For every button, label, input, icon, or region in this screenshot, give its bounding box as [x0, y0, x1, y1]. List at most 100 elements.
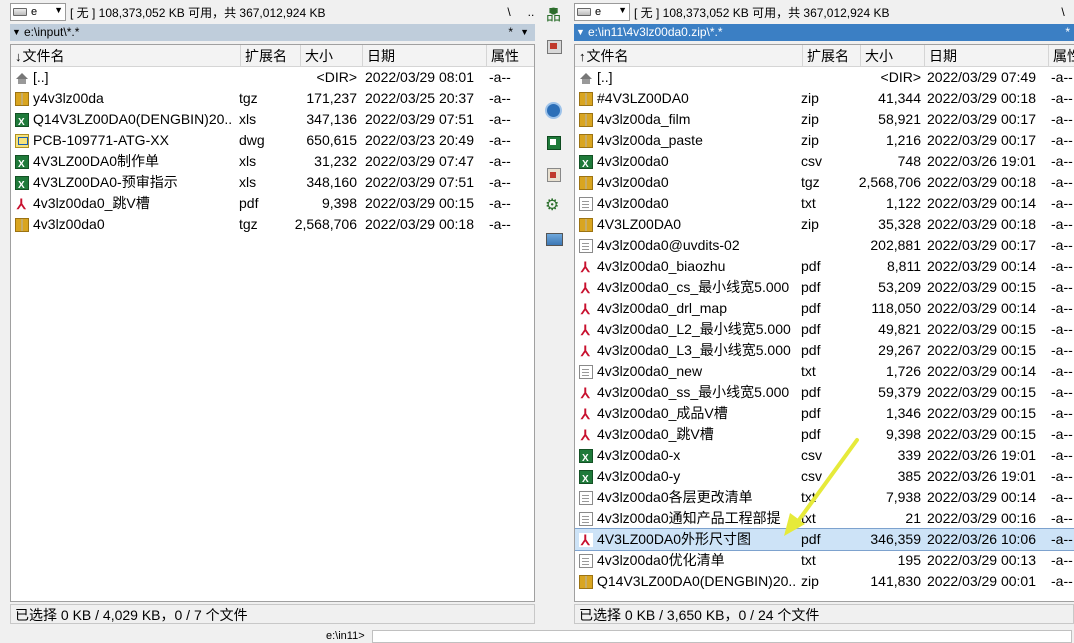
file-row[interactable]: 4V3LZ00DA0外形尺寸图 pdf 346,359 2022/03/26 10:0…: [575, 528, 1074, 551]
network-icon[interactable]: [545, 4, 562, 25]
drive-icon: [577, 8, 591, 16]
right-history-button[interactable]: *: [1065, 24, 1070, 41]
command-input[interactable]: [372, 630, 1072, 643]
file-name-cell: 4v3lz00da0_跳V槽: [15, 193, 237, 214]
archive-file-icon: [579, 133, 593, 148]
command-line: e:\in11>: [0, 630, 1074, 643]
file-size: 7,938: [885, 489, 921, 505]
file-size: 1,346: [885, 405, 921, 421]
file-date: 2022/03/29 00:13: [927, 552, 1036, 568]
file-row[interactable]: 4v3lz00da0_跳V槽 pdf 9,398 2022/03/29 00:15 -a…: [11, 193, 534, 214]
file-row[interactable]: 4v3lz00da_paste zip 1,216 2022/03/29 00:17-…: [575, 130, 1074, 151]
left-drive-letter: e: [31, 6, 38, 18]
file-row[interactable]: 4v3lz00da0_L3_最小线宽5.000 pdf 29,267 2022/03/…: [575, 340, 1074, 361]
file-row[interactable]: 4v3lz00da0 tgz 2,568,706 2022/03/29 00:18 -a…: [11, 214, 534, 235]
file-row[interactable]: [..] <DIR> 2022/03/29 08:01 -a--: [11, 67, 534, 88]
sort-down-icon: ↓: [15, 49, 22, 64]
right-col-date[interactable]: 日期: [925, 45, 1049, 67]
file-row[interactable]: 4v3lz00da0-y csv 385 2022/03/26 19:01 -a--: [575, 466, 1074, 487]
file-name-cell: [..]: [579, 67, 799, 88]
vertical-toolbar: [537, 0, 570, 630]
picture-icon[interactable]: [545, 230, 563, 247]
left-col-size[interactable]: 大小: [301, 45, 363, 67]
file-size: 58,921: [878, 111, 921, 127]
file-name-cell: 4v3lz00da0优化清单: [579, 550, 799, 571]
file-name-cell: 4v3lz00da_paste: [579, 130, 799, 151]
screenshot-icon[interactable]: [545, 38, 562, 55]
file-name-cell: 4V3LZ00DA0: [579, 214, 799, 235]
sync-icon[interactable]: [545, 102, 562, 119]
right-file-list[interactable]: ↑文件名 扩展名 大小 日期 属性 [..] <DIR> 2022/03/29 07…: [574, 44, 1074, 602]
file-row[interactable]: 4v3lz00da0 txt 1,122 2022/03/29 00:14 -a--: [575, 193, 1074, 214]
right-col-attr[interactable]: 属性: [1049, 45, 1074, 67]
file-date: 2022/03/26 19:01: [927, 447, 1036, 463]
file-row[interactable]: 4v3lz00da0通知产品工程部提 txt 21 2022/03/29 00:16-…: [575, 508, 1074, 529]
file-row[interactable]: 4v3lz00da0_new txt 1,726 2022/03/29 00:14 -a…: [575, 361, 1074, 382]
file-name-cell: 4v3lz00da0_biaozhu: [579, 256, 799, 277]
file-size: 385: [897, 468, 921, 484]
file-size: 1,216: [885, 132, 921, 148]
file-row[interactable]: 4v3lz00da0@uvdits-02 202,881 2022/03/29 00…: [575, 235, 1074, 256]
left-list-header: ↓文件名 扩展名 大小 日期 属性: [11, 45, 534, 67]
image-tool-icon[interactable]: [545, 166, 562, 183]
left-col-attr[interactable]: 属性: [487, 45, 534, 67]
right-root-button[interactable]: \: [1052, 2, 1074, 22]
file-ext: pdf: [801, 279, 821, 295]
file-row[interactable]: 4V3LZ00DA0-预审指示 xls 348,160 2022/03/29 07:5…: [11, 172, 534, 193]
file-row[interactable]: 4v3lz00da0优化清单 txt 195 2022/03/29 00:13 -a--: [575, 550, 1074, 571]
pdf-file-icon: [579, 278, 593, 298]
file-row[interactable]: 4v3lz00da0_ss_最小线宽5.000 pdf 59,379 2022/03/…: [575, 382, 1074, 403]
file-row[interactable]: 4v3lz00da0_drl_map pdf 118,050 2022/03/29 0…: [575, 298, 1074, 319]
file-size: 21: [905, 510, 921, 526]
file-row[interactable]: 4v3lz00da0 csv 748 2022/03/26 19:01 -a--: [575, 151, 1074, 172]
file-row[interactable]: 4v3lz00da0_成品V槽 pdf 1,346 2022/03/29 00:15-…: [575, 403, 1074, 424]
file-row[interactable]: 4v3lz00da0-x csv 339 2022/03/26 19:01 -a--: [575, 445, 1074, 466]
file-row[interactable]: 4v3lz00da_film zip 58,921 2022/03/29 00:17-…: [575, 109, 1074, 130]
settings-icon[interactable]: [545, 195, 562, 215]
left-col-ext[interactable]: 扩展名: [241, 45, 301, 67]
file-row[interactable]: 4V3LZ00DA0制作单 xls 31,232 2022/03/29 07:47 -a…: [11, 151, 534, 172]
file-row[interactable]: 4v3lz00da0_L2_最小线宽5.000 pdf 49,821 2022/03/…: [575, 319, 1074, 340]
left-drive-selector[interactable]: e ▼: [10, 3, 66, 21]
file-name: 4v3lz00da0_ss_最小线宽5.000: [597, 384, 790, 400]
right-path-bar[interactable]: ▼ e:\in11\4v3lz00da0.zip\*.* *: [574, 24, 1074, 41]
right-drive-selector[interactable]: e ▼: [574, 3, 630, 21]
drive-icon: [13, 8, 27, 16]
left-hotlist-button[interactable]: ▼: [520, 24, 529, 41]
right-col-size[interactable]: 大小: [861, 45, 925, 67]
right-col-ext[interactable]: 扩展名: [803, 45, 861, 67]
file-row[interactable]: 4v3lz00da0 tgz 2,568,706 2022/03/29 00:18 -a…: [575, 172, 1074, 193]
excel-tool-icon[interactable]: [545, 134, 562, 151]
left-col-date[interactable]: 日期: [363, 45, 487, 67]
left-file-list[interactable]: ↓文件名 扩展名 大小 日期 属性 [..] <DIR> 2022/03/29 08…: [10, 44, 535, 602]
file-row[interactable]: [..] <DIR> 2022/03/29 07:49 -a--: [575, 67, 1074, 88]
file-attr: -a--: [489, 69, 511, 85]
file-row[interactable]: 4v3lz00da0各层更改清单 txt 7,938 2022/03/29 00:14…: [575, 487, 1074, 508]
file-row[interactable]: 4V3LZ00DA0 zip 35,328 2022/03/29 00:18 -a--: [575, 214, 1074, 235]
right-col-name[interactable]: ↑文件名: [575, 45, 803, 67]
file-row[interactable]: PCB-109771-ATG-XX dwg 650,615 2022/03/23 20…: [11, 130, 534, 151]
file-row[interactable]: Q14V3LZ00DA0(DENGBIN)20.. zip 141,830 2022/…: [575, 571, 1074, 592]
file-date: 2022/03/29 07:51: [365, 174, 474, 190]
file-name-cell: 4v3lz00da0: [579, 151, 799, 172]
archive-file-icon: [579, 217, 593, 232]
file-ext: txt: [801, 552, 816, 568]
left-path-bar[interactable]: ▼ e:\input\*.* * ▼: [10, 24, 535, 41]
sort-up-icon: ↑: [579, 49, 586, 64]
file-row[interactable]: 4v3lz00da0_biaozhu pdf 8,811 2022/03/29 00:…: [575, 256, 1074, 277]
left-root-button[interactable]: \: [498, 2, 520, 22]
file-ext: tgz: [239, 90, 258, 106]
file-date: 2022/03/29 00:15: [365, 195, 474, 211]
file-ext: txt: [801, 489, 816, 505]
file-row[interactable]: 4v3lz00da0_跳V槽 pdf 9,398 2022/03/29 00:15 -a…: [575, 424, 1074, 445]
file-row[interactable]: #4V3LZ00DA0 zip 41,344 2022/03/29 00:18 -a--: [575, 88, 1074, 109]
file-row[interactable]: 4v3lz00da0_cs_最小线宽5.000 pdf 53,209 2022/03/…: [575, 277, 1074, 298]
file-ext: [239, 67, 299, 88]
left-history-button[interactable]: *: [508, 24, 513, 41]
pdf-file-icon: [579, 257, 593, 277]
file-row[interactable]: y4v3lz00da tgz 171,237 2022/03/25 20:37 -a--: [11, 88, 534, 109]
left-col-name[interactable]: ↓文件名: [11, 45, 241, 67]
file-row[interactable]: Q14V3LZ00DA0(DENGBIN)20.. xls 347,136 2022/…: [11, 109, 534, 130]
file-attr: -a--: [1051, 510, 1073, 526]
file-name-cell: 4v3lz00da0_L3_最小线宽5.000: [579, 340, 799, 361]
